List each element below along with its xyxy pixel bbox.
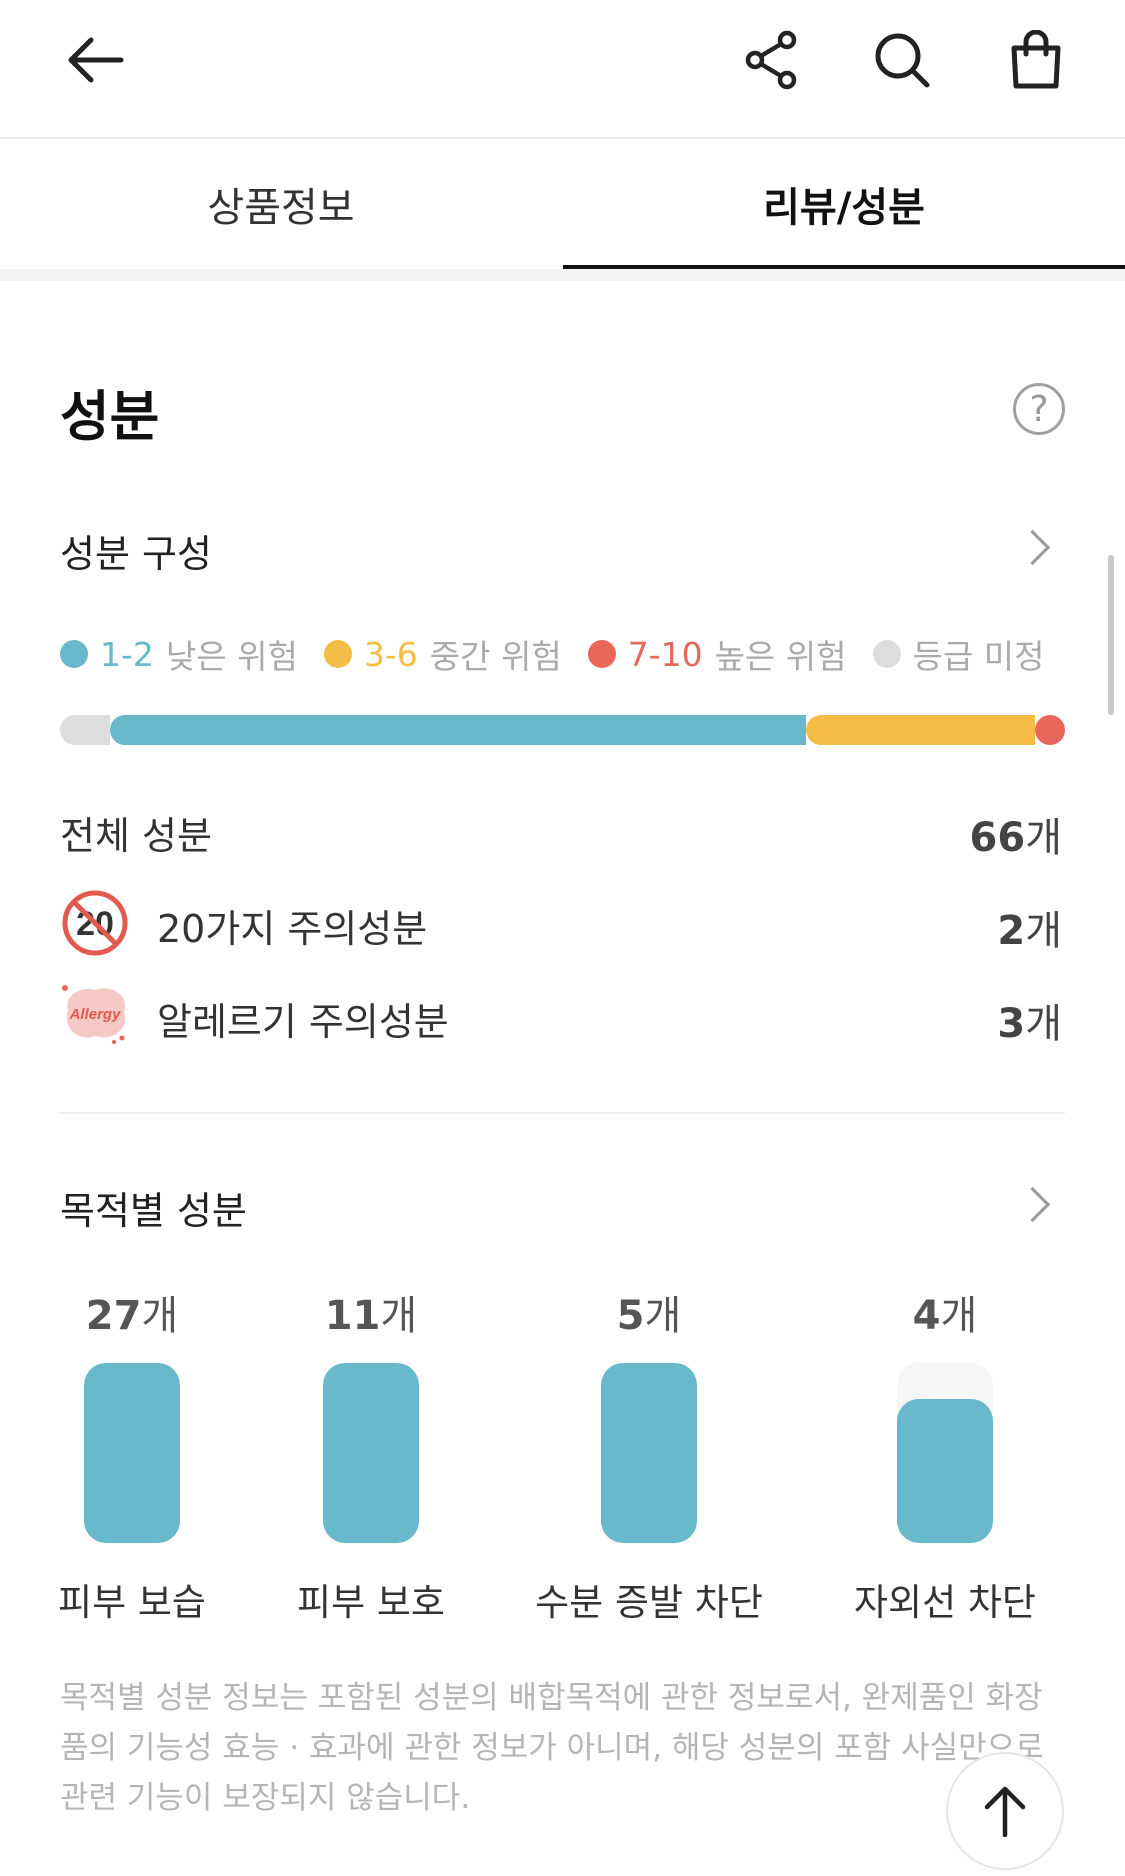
risk-bar-high [1035, 715, 1065, 745]
back-button[interactable] [55, 20, 135, 100]
unit: 개 [940, 1293, 978, 1339]
allergy-badge-text: Allergy [69, 1006, 122, 1023]
unit: 개 [380, 1293, 418, 1339]
question-circle-icon[interactable]: ? [1013, 383, 1065, 435]
allergy-icon: Allergy [62, 985, 126, 1044]
purpose-count-moisture-barrier: 5개 [549, 1283, 749, 1341]
total-ingredients-label: 전체 성분 [60, 814, 212, 858]
legend-item-low: 1-2 낮은 위험 [60, 630, 298, 678]
scrollbar[interactable] [1108, 555, 1114, 715]
tab-label: 상품정보 [207, 185, 355, 231]
purpose-title: 목적별 성분 [60, 1189, 247, 1233]
purpose-bar-moisturizing [84, 1363, 180, 1543]
legend-dot-high [587, 640, 616, 668]
purpose-count-protection: 11개 [271, 1283, 471, 1341]
count: 2 [997, 908, 1026, 954]
legend-range: 7-10 [627, 634, 703, 674]
tab-review-ingredients[interactable]: 리뷰/성분 [563, 139, 1125, 269]
tab-bar: 상품정보 리뷰/성분 [0, 139, 1125, 271]
share-icon [745, 30, 797, 90]
chevron-right-icon[interactable] [1014, 529, 1051, 566]
risk-bar-unrated [60, 715, 110, 745]
legend-item-unrated: 등급 미정 [872, 630, 1045, 678]
total-ingredients-value: 66개 [970, 805, 1062, 863]
risk-bar-medium [806, 715, 1036, 745]
arrow-left-icon [68, 37, 124, 83]
unit: 개 [644, 1293, 682, 1339]
legend-desc: 낮은 위험 [165, 637, 298, 676]
count: 4 [912, 1293, 941, 1339]
section-divider [0, 269, 1125, 281]
unit: 개 [141, 1293, 179, 1339]
purpose-notice: 목적별 성분 정보는 포함된 성분의 배합목적에 관한 정보로서, 완제품인 화… [60, 1680, 1044, 1816]
divider [60, 1112, 1065, 1114]
purpose-bar-fill [323, 1363, 419, 1543]
shopping-bag-icon [1011, 30, 1061, 89]
legend-desc: 중간 위험 [429, 637, 562, 676]
chevron-right-icon[interactable] [1014, 1186, 1051, 1223]
purpose-bar-moisture-barrier [601, 1363, 697, 1543]
risk-legend: 1-2 낮은 위험 3-6 중간 위험 7-10 높은 위험 등급 미정 [60, 630, 1044, 678]
legend-range: 1-2 [100, 634, 154, 674]
purpose-count-uv-block: 4개 [845, 1283, 1045, 1341]
tab-label: 리뷰/성분 [763, 185, 925, 231]
help-symbol: ? [1029, 388, 1049, 430]
purpose-label-uv-block: 자외선 차단 [854, 1581, 1036, 1624]
top-bar [0, 0, 1125, 139]
legend-desc: 등급 미정 [912, 637, 1045, 676]
caution20-value: 2개 [997, 898, 1062, 956]
purpose-bar-fill [84, 1363, 180, 1543]
count: 27 [85, 1293, 142, 1339]
purpose-label-moisturizing: 피부 보습 [58, 1581, 206, 1624]
purpose-bar-protection [323, 1363, 419, 1543]
count: 66 [969, 815, 1026, 861]
search-button[interactable] [862, 20, 942, 100]
scroll-to-top-button[interactable] [946, 1752, 1064, 1870]
risk-bar-low [109, 715, 807, 745]
purpose-bar-uv-block [897, 1363, 993, 1543]
arrow-up-icon [984, 1786, 1026, 1837]
legend-dot-low [60, 640, 88, 668]
cart-button[interactable] [996, 20, 1076, 100]
unit: 개 [1025, 908, 1062, 954]
count: 3 [997, 1001, 1026, 1047]
count: 5 [616, 1293, 645, 1339]
purpose-count-moisturizing: 27개 [32, 1283, 232, 1341]
unit: 개 [1025, 815, 1062, 861]
legend-item-medium: 3-6 중간 위험 [323, 630, 562, 678]
purpose-bar-fill [897, 1399, 993, 1543]
purpose-label-protection: 피부 보호 [297, 1581, 445, 1624]
count: 11 [324, 1293, 381, 1339]
caution20-label: 20가지 주의성분 [157, 907, 428, 951]
search-icon [875, 33, 930, 88]
legend-desc: 높은 위험 [714, 637, 847, 676]
legend-item-high: 7-10 높은 위험 [587, 630, 847, 678]
unit: 개 [1025, 1001, 1062, 1047]
allergy-label: 알레르기 주의성분 [157, 1000, 449, 1044]
purpose-bar-fill [601, 1363, 697, 1543]
composition-title: 성분 구성 [60, 532, 212, 576]
purpose-label-moisture-barrier: 수분 증발 차단 [535, 1581, 763, 1624]
section-title: 성분 [60, 385, 160, 448]
allergy-value: 3개 [997, 991, 1062, 1049]
legend-range: 3-6 [363, 634, 418, 674]
twenty-caution-icon: 20 [62, 890, 128, 956]
share-button[interactable] [731, 20, 811, 100]
legend-dot-unrated [872, 640, 901, 668]
legend-dot-medium [323, 640, 352, 668]
tab-product-info[interactable]: 상품정보 [0, 139, 562, 269]
risk-distribution-bar [60, 715, 1065, 745]
